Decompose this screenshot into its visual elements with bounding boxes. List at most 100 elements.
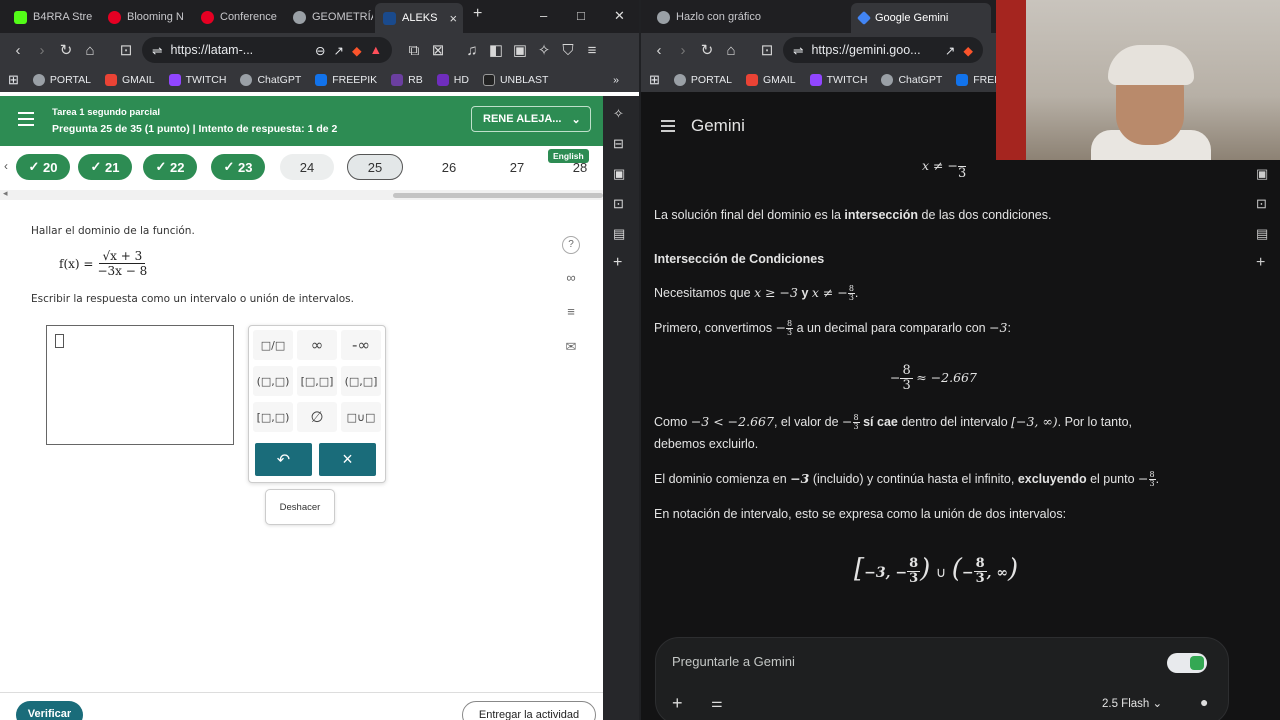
add-attachment-icon[interactable]: + — [672, 693, 683, 714]
close-tab-icon[interactable]: × — [449, 11, 457, 26]
reload-icon[interactable]: ↻ — [695, 41, 719, 59]
browser-tab[interactable]: Conference — [193, 5, 283, 29]
menu-icon[interactable]: ≡ — [580, 42, 604, 59]
forward-icon[interactable]: › — [671, 42, 695, 59]
help-icon[interactable]: ? — [562, 236, 580, 254]
extensions-icon[interactable]: ⧉ — [402, 42, 426, 59]
bookmarks-panel-icon[interactable]: ⊡ — [613, 196, 624, 212]
address-bar[interactable]: ⇌ https://latam-... ⊖ ↗ ◆ ▲ — [142, 37, 392, 63]
model-selector[interactable]: 2.5 Flash ⌄ — [1102, 696, 1162, 710]
more-bookmarks-icon[interactable]: » — [613, 74, 619, 86]
home-icon[interactable]: ⌂ — [719, 42, 743, 59]
home-icon[interactable]: ⌂ — [78, 42, 102, 59]
infinity-tool-icon[interactable]: ∞ — [561, 270, 581, 285]
english-badge[interactable]: English — [548, 149, 589, 163]
scrollbar-thumb[interactable] — [393, 193, 603, 198]
leo-icon[interactable]: ✧ — [532, 41, 556, 59]
bookmark-twitch[interactable]: TWITCH — [809, 73, 867, 86]
wallet-icon[interactable]: ▣ — [508, 41, 532, 59]
apps-icon[interactable]: ⊞ — [8, 72, 19, 88]
bookmark-icon[interactable]: ⊡ — [755, 41, 779, 59]
closed-interval-key[interactable]: [□,□] — [297, 366, 337, 396]
bookmark-unblast[interactable]: UNBLAST — [482, 73, 548, 86]
verify-button[interactable]: Verificar — [16, 701, 83, 720]
question-pill-22[interactable]: ✓ 22 — [143, 154, 197, 180]
site-info-icon[interactable]: ⇌ — [152, 43, 162, 58]
half-open-right-key[interactable]: (□,□] — [341, 366, 381, 396]
mail-icon[interactable]: ✉ — [561, 339, 581, 355]
question-pill-20[interactable]: ✓ 20 — [16, 154, 70, 180]
question-pill-26[interactable]: 26 — [422, 154, 476, 180]
share-icon[interactable]: ↗ — [945, 43, 955, 58]
fraction-key[interactable]: □/□ — [253, 330, 293, 360]
submit-activity-button[interactable]: Entregar la actividad — [462, 701, 596, 720]
leo-icon[interactable]: ✧ — [613, 106, 624, 122]
vpn-icon[interactable]: ⛉ — [556, 42, 580, 59]
apps-icon[interactable]: ⊞ — [649, 72, 660, 88]
address-bar[interactable]: ⇌ https://gemini.goo... ↗ ◆ — [783, 37, 983, 63]
question-pill-25[interactable]: 25 — [347, 154, 403, 180]
bookmark-twitch[interactable]: TWITCH — [168, 73, 226, 86]
share-icon[interactable]: ↗ — [334, 43, 344, 58]
gemini-prompt-box[interactable]: Preguntarle a Gemini + ⚌ 2.5 Flash ⌄ ● — [655, 637, 1229, 720]
bookmark-rb[interactable]: RB — [391, 73, 423, 86]
browser-tab-active[interactable]: Google Gemini — [851, 3, 991, 33]
empty-set-key[interactable]: ∅ — [297, 402, 337, 432]
bookmark-freepik[interactable]: FREE — [956, 73, 1001, 86]
microphone-icon[interactable]: ● — [1200, 694, 1208, 710]
bookmarks-panel-icon[interactable]: ⊡ — [1256, 196, 1267, 212]
tools-icon[interactable]: ⚌ — [711, 695, 723, 711]
negative-infinity-key[interactable]: -∞ — [341, 330, 381, 360]
infinity-key[interactable]: ∞ — [297, 330, 337, 360]
bookmark-icon[interactable]: ⊡ — [114, 41, 138, 59]
bookmark-chatgpt[interactable]: ChatGPT — [240, 73, 301, 86]
reader-icon[interactable]: ⊟ — [613, 136, 624, 152]
bookmark-chatgpt[interactable]: ChatGPT — [881, 73, 942, 86]
question-pill-21[interactable]: ✓ 21 — [78, 154, 132, 180]
bookmark-freepik[interactable]: FREEPIK — [315, 73, 377, 86]
screenshot-icon[interactable]: ⊠ — [426, 41, 450, 59]
browser-tab[interactable]: Blooming N — [100, 5, 190, 29]
browser-tab[interactable]: GEOMETRÍA — [285, 5, 373, 29]
add-panel-icon[interactable]: + — [613, 254, 622, 272]
back-icon[interactable]: ‹ — [6, 42, 30, 59]
close-window-icon[interactable]: ✕ — [614, 8, 625, 24]
open-interval-key[interactable]: (□,□) — [253, 366, 293, 396]
undo-button[interactable]: ↶ — [255, 443, 312, 476]
horizontal-scrollbar[interactable]: ◂ — [0, 188, 603, 200]
minimize-icon[interactable]: – — [540, 8, 547, 23]
back-icon[interactable]: ‹ — [647, 42, 671, 59]
browser-tab[interactable]: B4RRA Stre — [6, 5, 96, 29]
nav-left-icon[interactable]: ‹ — [4, 159, 8, 173]
half-open-left-key[interactable]: [□,□) — [253, 402, 293, 432]
wallet-icon[interactable]: ▣ — [1256, 166, 1268, 182]
brave-shield-icon[interactable]: ◆ — [963, 43, 973, 58]
maximize-icon[interactable]: □ — [577, 8, 585, 23]
bookmark-portal[interactable]: PORTAL — [32, 73, 91, 86]
clear-button[interactable]: × — [319, 443, 376, 476]
union-key[interactable]: □∪□ — [341, 402, 381, 432]
new-tab-icon[interactable]: + — [473, 5, 482, 23]
media-icon[interactable]: ♫ — [460, 42, 484, 59]
sidebar-icon[interactable]: ◧ — [484, 41, 508, 59]
site-info-icon[interactable]: ⇌ — [793, 43, 803, 58]
reading-list-icon[interactable]: ▤ — [1256, 226, 1268, 242]
notes-icon[interactable]: ≡ — [561, 304, 581, 319]
bookmark-hd[interactable]: HD — [436, 73, 469, 86]
bookmark-gmail[interactable]: GMAIL — [745, 73, 796, 86]
brave-shield-icon[interactable]: ◆ — [352, 43, 362, 58]
browser-tab[interactable]: Hazlo con gráfico — [649, 5, 844, 29]
question-pill-24[interactable]: 24 — [280, 154, 334, 180]
reload-icon[interactable]: ↻ — [54, 41, 78, 59]
bookmark-gmail[interactable]: GMAIL — [104, 73, 155, 86]
extension-toggle[interactable] — [1167, 653, 1207, 673]
bookmark-portal[interactable]: PORTAL — [673, 73, 732, 86]
question-pill-27[interactable]: 27 — [490, 154, 544, 180]
user-menu-button[interactable]: RENE ALEJA... ⌄ — [471, 106, 591, 132]
wallet-icon[interactable]: ▣ — [613, 166, 625, 182]
zoom-icon[interactable]: ⊖ — [315, 43, 325, 58]
reading-list-icon[interactable]: ▤ — [613, 226, 625, 242]
browser-tab-active[interactable]: ALEKS × — [375, 3, 463, 33]
question-pill-23[interactable]: ✓ 23 — [211, 154, 265, 180]
gemini-menu-icon[interactable] — [661, 120, 675, 135]
